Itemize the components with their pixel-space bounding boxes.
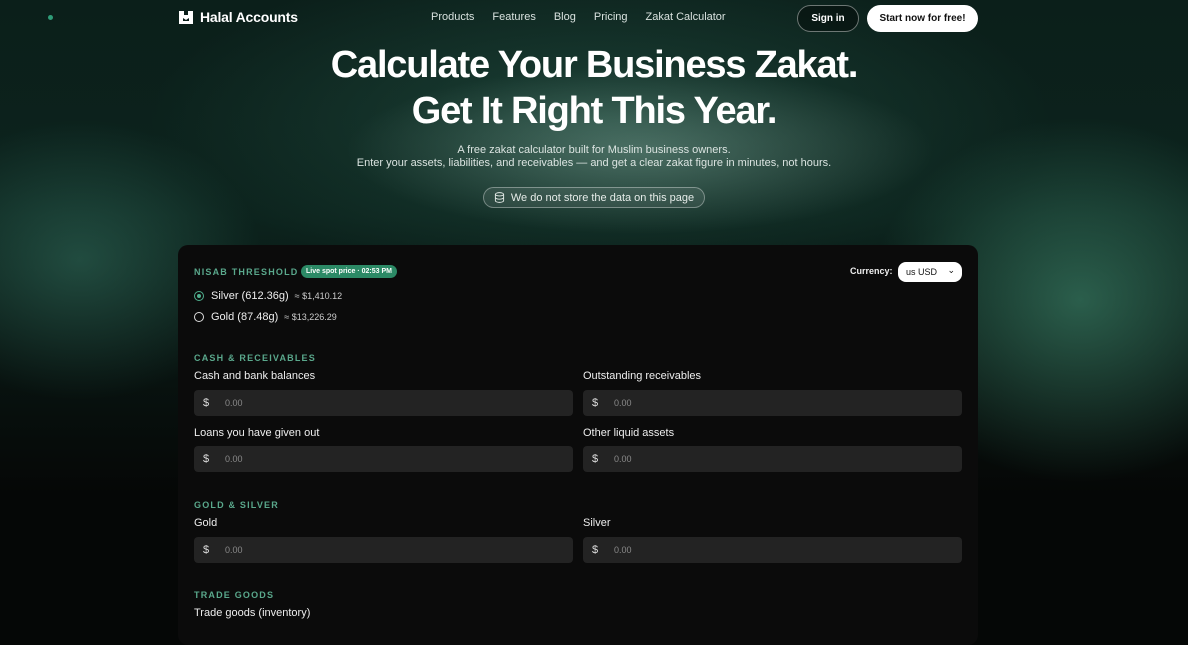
- start-free-button[interactable]: Start now for free!: [867, 5, 978, 32]
- nisab-option-value: ≈ $1,410.12: [294, 291, 343, 301]
- input-value: 0.00: [225, 398, 243, 408]
- cash-bank-label: Cash and bank balances: [194, 370, 316, 382]
- nav-zakat-calculator[interactable]: Zakat Calculator: [646, 11, 726, 23]
- nav-pricing[interactable]: Pricing: [594, 11, 628, 23]
- live-price-badge: Live spot price · 02:53 PM: [301, 265, 397, 278]
- input-value: 0.00: [225, 545, 243, 555]
- brand-icon: [179, 11, 193, 24]
- privacy-note: We do not store the data on this page: [510, 191, 695, 204]
- cash-bank-input[interactable]: $ 0.00: [194, 390, 573, 416]
- nisab-title: NISAB THRESHOLD: [194, 267, 299, 277]
- input-value: 0.00: [614, 398, 632, 408]
- top-navbar: Halal Accounts Products Features Blog Pr…: [0, 0, 1188, 36]
- currency-symbol: $: [592, 544, 599, 556]
- privacy-badge: We do not store the data on this page: [482, 187, 706, 208]
- currency-symbol: $: [592, 397, 599, 409]
- currency-label: Currency:: [850, 266, 893, 276]
- gold-label: Gold: [194, 517, 218, 529]
- chevron-down-icon: ⌄: [947, 265, 955, 275]
- radio-unselected-icon[interactable]: [194, 312, 204, 322]
- receivables-input[interactable]: $ 0.00: [583, 390, 962, 416]
- silver-label: Silver: [583, 517, 611, 529]
- hero-subtitle-2: Enter your assets, liabilities, and rece…: [356, 157, 832, 169]
- gold-silver-section-title: GOLD & SILVER: [194, 500, 279, 510]
- currency-value: us USD: [906, 267, 938, 277]
- brand-name: Halal Accounts: [200, 9, 298, 25]
- nav-products[interactable]: Products: [431, 11, 474, 23]
- hero-section: Calculate Your Business Zakat. Get It Ri…: [0, 42, 1188, 208]
- database-icon: [494, 192, 504, 203]
- currency-symbol: $: [203, 453, 210, 465]
- hero-title: Calculate Your Business Zakat. Get It Ri…: [0, 42, 1188, 134]
- radio-selected-icon[interactable]: [194, 291, 204, 301]
- currency-select[interactable]: us USD ⌄: [898, 262, 962, 282]
- hero-title-line1: Calculate Your Business Zakat.: [330, 44, 859, 86]
- zakat-calculator-card: NISAB THRESHOLD Live spot price · 02:53 …: [178, 245, 978, 645]
- nisab-option-label: Gold (87.48g): [211, 311, 279, 323]
- main-nav: Products Features Blog Pricing Zakat Cal…: [431, 11, 744, 23]
- nisab-option-silver[interactable]: Silver (612.36g) ≈ $1,410.12: [194, 290, 342, 302]
- loans-given-input[interactable]: $ 0.00: [194, 446, 573, 472]
- sign-in-button[interactable]: Sign in: [797, 5, 859, 32]
- nav-features[interactable]: Features: [492, 11, 535, 23]
- loans-given-label: Loans you have given out: [194, 427, 320, 439]
- hero-subtitle-1: A free zakat calculator built for Muslim…: [457, 144, 731, 156]
- receivables-label: Outstanding receivables: [583, 370, 702, 382]
- currency-symbol: $: [203, 397, 210, 409]
- other-liquid-input[interactable]: $ 0.00: [583, 446, 962, 472]
- cash-section-title: CASH & RECEIVABLES: [194, 353, 316, 363]
- brand-logo[interactable]: Halal Accounts: [178, 9, 298, 25]
- hero-title-line2: Get It Right This Year.: [411, 90, 778, 132]
- trade-goods-section-title: TRADE GOODS: [194, 590, 275, 600]
- nav-blog[interactable]: Blog: [554, 11, 576, 23]
- nisab-option-label: Silver (612.36g): [211, 290, 289, 302]
- silver-input[interactable]: $ 0.00: [583, 537, 962, 563]
- input-value: 0.00: [614, 454, 632, 464]
- gold-input[interactable]: $ 0.00: [194, 537, 573, 563]
- other-liquid-label: Other liquid assets: [583, 427, 675, 439]
- nisab-option-value: ≈ $13,226.29: [284, 312, 337, 322]
- input-value: 0.00: [225, 454, 243, 464]
- input-value: 0.00: [614, 545, 632, 555]
- currency-symbol: $: [592, 453, 599, 465]
- currency-symbol: $: [203, 544, 210, 556]
- trade-goods-label: Trade goods (inventory): [194, 607, 311, 619]
- nisab-option-gold[interactable]: Gold (87.48g) ≈ $13,226.29: [194, 311, 337, 323]
